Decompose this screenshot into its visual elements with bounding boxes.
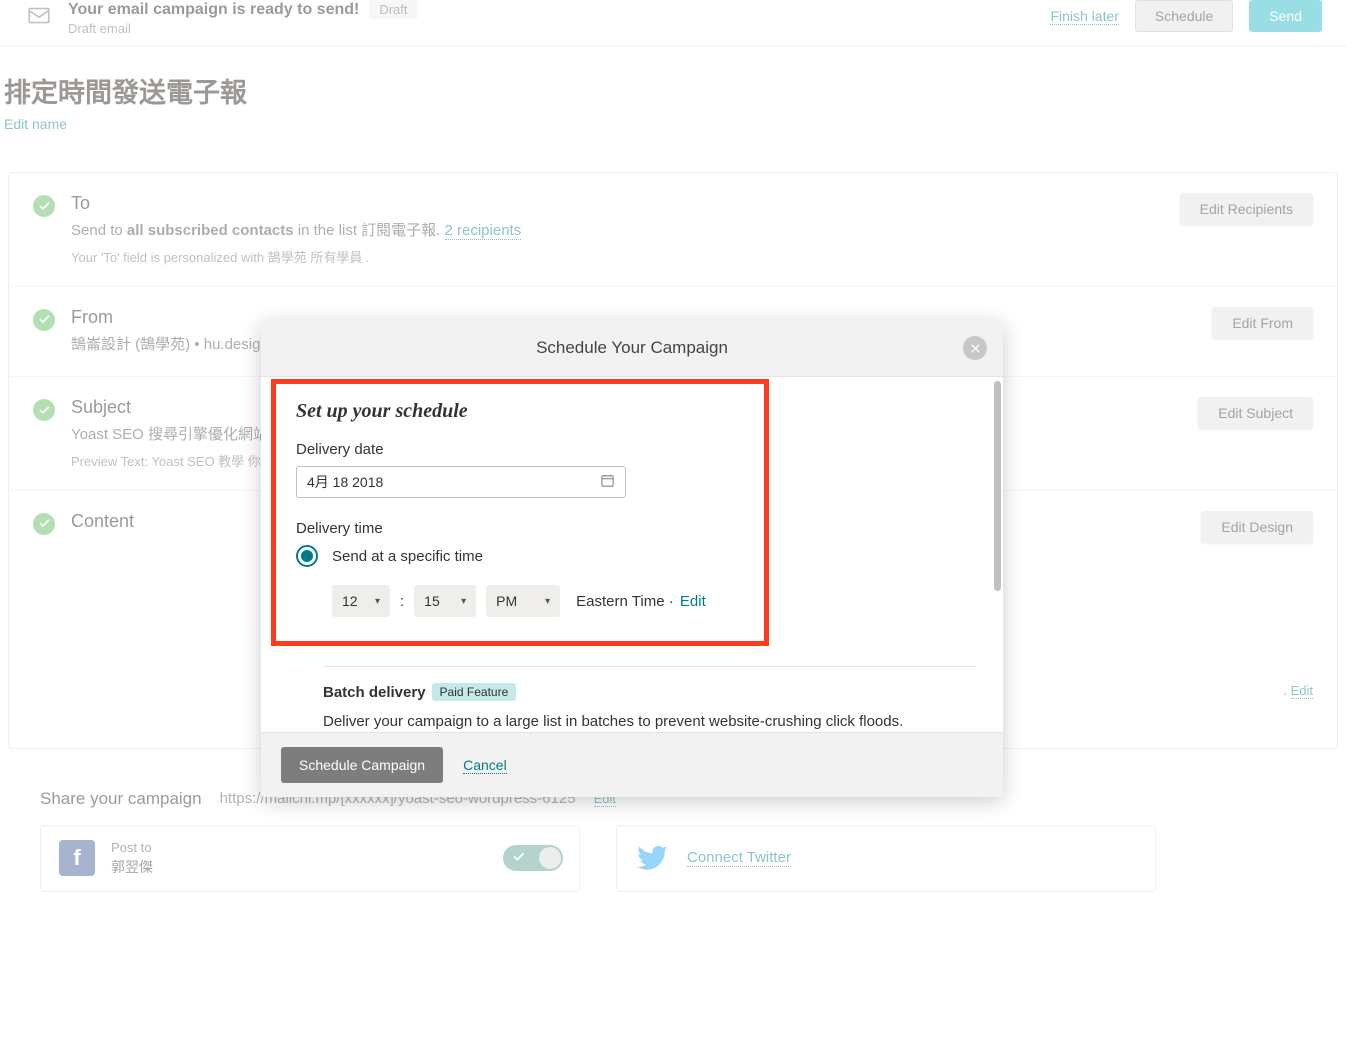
schedule-campaign-button[interactable]: Schedule Campaign: [281, 747, 443, 783]
specific-time-label: Send at a specific time: [332, 548, 483, 565]
highlight-box: Set up your schedule Delivery date 4月 18…: [271, 379, 769, 646]
time-row: 12 ▾ : 15 ▾ PM ▾ Eastern Time · Edit: [332, 585, 744, 617]
delivery-date-input[interactable]: 4月 18 2018: [296, 466, 626, 498]
batch-delivery-title: Batch delivery: [323, 684, 426, 701]
modal-header: Schedule Your Campaign: [261, 320, 1003, 377]
delivery-date-label: Delivery date: [296, 441, 744, 458]
schedule-modal: Schedule Your Campaign Set up your sched…: [261, 320, 1003, 797]
tz-name: Eastern Time: [576, 593, 664, 610]
batch-description: Deliver your campaign to a large list in…: [323, 711, 977, 732]
batch-title-row: Batch delivery Paid Feature: [323, 683, 977, 701]
minute-select[interactable]: 15 ▾: [414, 585, 476, 617]
hour-value: 12: [342, 593, 358, 609]
radio-dot: [301, 550, 313, 562]
paid-feature-badge: Paid Feature: [432, 683, 517, 701]
cancel-link[interactable]: Cancel: [463, 757, 507, 774]
setup-title: Set up your schedule: [296, 400, 744, 423]
modal-footer: Schedule Campaign Cancel: [261, 732, 1003, 797]
ampm-select[interactable]: PM ▾: [486, 585, 560, 617]
time-colon: :: [400, 593, 404, 610]
hour-select[interactable]: 12 ▾: [332, 585, 390, 617]
minute-value: 15: [424, 593, 440, 609]
calendar-icon: [600, 473, 615, 491]
timezone-edit-link[interactable]: Edit: [680, 593, 706, 610]
delivery-time-label: Delivery time: [296, 520, 744, 537]
chevron-down-icon: ▾: [375, 596, 380, 607]
date-value: 4月 18 2018: [307, 472, 383, 492]
modal-title: Schedule Your Campaign: [536, 338, 728, 357]
chevron-down-icon: ▾: [461, 596, 466, 607]
specific-time-radio-row[interactable]: Send at a specific time: [296, 545, 744, 567]
ampm-value: PM: [496, 593, 517, 609]
tz-sep: ·: [665, 593, 678, 610]
modal-body: Set up your schedule Delivery date 4月 18…: [261, 377, 1003, 732]
highlight-inner: Set up your schedule Delivery date 4月 18…: [286, 400, 744, 617]
timezone-text: Eastern Time · Edit: [576, 593, 706, 610]
close-icon[interactable]: [963, 336, 987, 360]
radio-icon: [296, 545, 318, 567]
scrollbar[interactable]: [994, 381, 1001, 591]
chevron-down-icon: ▾: [545, 596, 550, 607]
divider: [323, 666, 977, 667]
